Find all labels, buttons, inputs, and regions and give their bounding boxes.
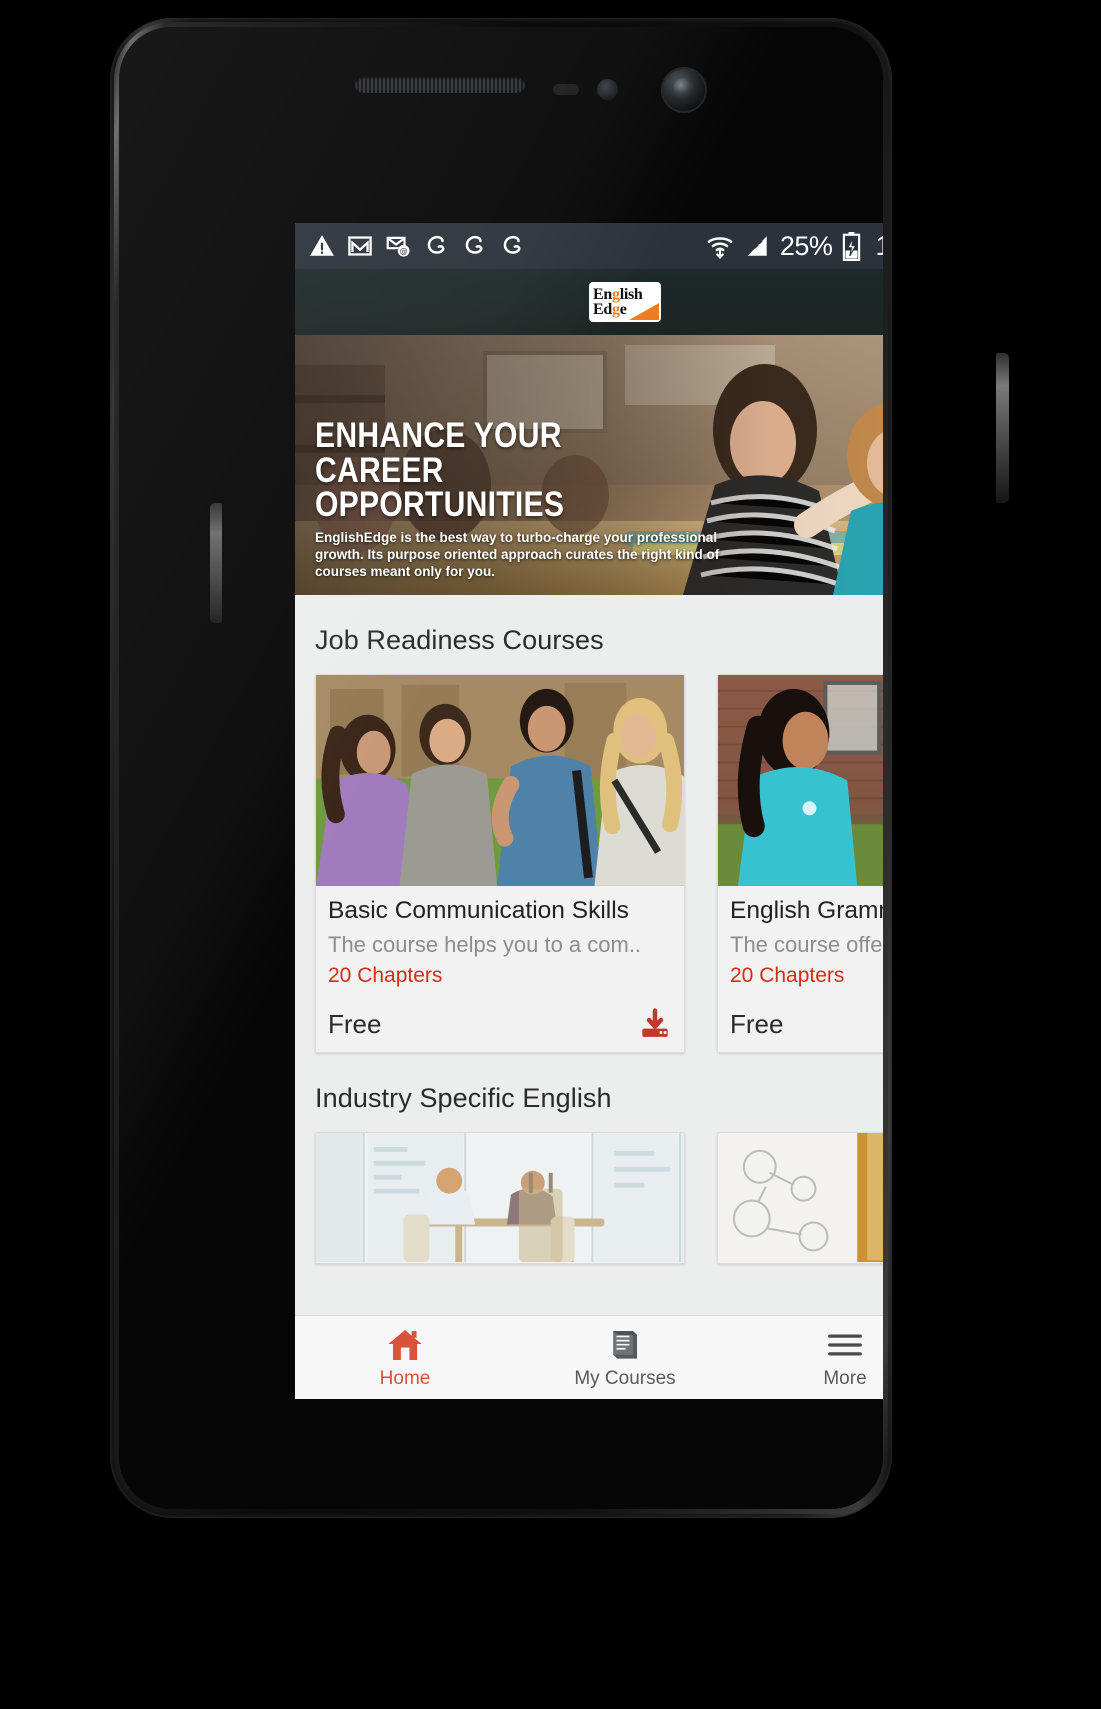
front-camera-icon [661, 67, 707, 113]
proximity-sensor-icon [553, 84, 579, 95]
section-title-industry-specific: Industry Specific English [315, 1083, 612, 1113]
nav-item-more[interactable]: More [735, 1326, 883, 1390]
battery-percent-label: 25% [779, 230, 833, 261]
course-description: The course offers am [730, 932, 883, 957]
course-card[interactable]: Basic Communication Skills The course he… [315, 674, 685, 1053]
clock-label: 10:30 [875, 230, 883, 262]
status-bar-right-indicators: 25% 10:30 [705, 230, 883, 262]
course-chapters: 20 Chapters [328, 964, 443, 987]
nav-label-home: Home [379, 1367, 431, 1389]
cellular-signal-icon [747, 236, 767, 256]
main-content: Job Readiness Courses Basic Communicatio… [295, 595, 883, 1274]
phone-front-face: @ 25% English Edge ENHANCE YOUR CAREER O… [119, 27, 883, 1509]
gesture-icon [503, 235, 521, 254]
battery-charging-icon [843, 232, 861, 261]
gesture-icon [465, 235, 483, 254]
course-card-body: Basic Communication Skills The course he… [316, 887, 684, 1052]
status-bar: @ 25% [295, 223, 883, 269]
nav-label-my-courses: My Courses [574, 1367, 676, 1389]
app-bar: English Edge [295, 269, 883, 335]
course-price: Free [328, 1008, 382, 1039]
nav-item-my-courses[interactable]: My Courses [515, 1326, 735, 1390]
course-row-industry-specific [295, 1132, 883, 1264]
books-icon [613, 1330, 638, 1359]
mail-attachment-icon: @ [386, 236, 410, 257]
course-card-footer: Free [730, 1008, 883, 1040]
course-description: The course helps you to a com.. [328, 932, 642, 957]
status-bar-left-icons: @ [309, 233, 705, 259]
download-icon[interactable] [638, 1008, 672, 1040]
hero-paragraph: EnglishEdge is the best way to turbo-cha… [315, 530, 720, 580]
course-card[interactable]: English Grammar an The course offers am … [717, 674, 883, 1053]
course-chapters: 20 Chapters [730, 964, 845, 987]
phone-screen: @ 25% English Edge ENHANCE YOUR CAREER O… [295, 223, 883, 1399]
course-card[interactable] [717, 1132, 883, 1264]
hero-banner[interactable]: ENHANCE YOUR CAREER OPPORTUNITIES Englis… [295, 335, 883, 595]
logo-accent-g2: g [611, 301, 620, 318]
gesture-icon [427, 235, 445, 254]
course-card-image [316, 1133, 684, 1263]
course-row-job-readiness: Basic Communication Skills The course he… [295, 674, 883, 1053]
light-sensor-icon [597, 79, 618, 100]
wifi-icon [707, 237, 733, 259]
hero-headline-line2: OPPORTUNITIES [315, 485, 565, 525]
course-title: Basic Communication Skills [328, 897, 629, 924]
course-price: Free [730, 1008, 784, 1039]
hero-headline-line1: ENHANCE YOUR CAREER [315, 416, 562, 490]
course-card-image [718, 675, 883, 887]
course-title: English Grammar an [730, 897, 883, 924]
home-icon [388, 1329, 422, 1360]
power-button[interactable] [996, 353, 1009, 503]
earpiece-speaker [355, 77, 525, 93]
phone-device: @ 25% English Edge ENHANCE YOUR CAREER O… [110, 18, 1009, 1518]
hamburger-menu-icon [828, 1333, 862, 1356]
logo-line-1: English [593, 285, 643, 303]
nav-item-home[interactable]: Home [295, 1326, 515, 1390]
nav-label-more: More [823, 1367, 867, 1389]
course-card[interactable] [315, 1132, 685, 1264]
englishedge-logo[interactable]: English Edge [589, 282, 661, 322]
hero-text-block: ENHANCE YOUR CAREER OPPORTUNITIES Englis… [315, 419, 755, 581]
svg-text:@: @ [400, 247, 408, 256]
course-card-body: English Grammar an The course offers am … [718, 887, 883, 1052]
warning-icon [310, 235, 334, 256]
gmail-icon [348, 236, 372, 256]
volume-button[interactable] [210, 503, 222, 623]
screenshot-root: @ 25% English Edge ENHANCE YOUR CAREER O… [0, 0, 1101, 1709]
course-card-image [316, 675, 684, 887]
section-title-job-readiness: Job Readiness Courses [315, 625, 604, 655]
course-card-image [718, 1133, 883, 1263]
bottom-navigation-bar: Home My Courses More [295, 1315, 883, 1399]
course-card-footer: Free [328, 1008, 672, 1040]
